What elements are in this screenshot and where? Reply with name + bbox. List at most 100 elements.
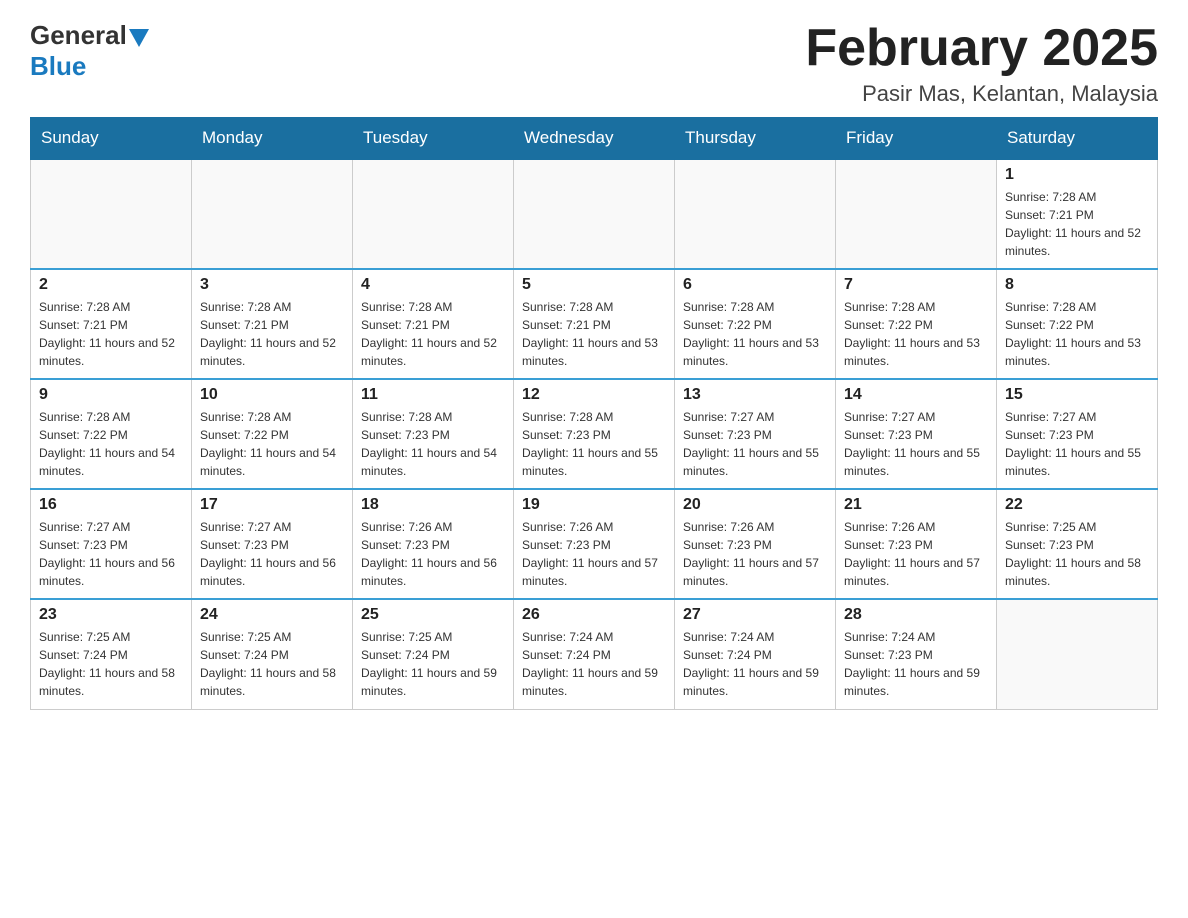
calendar-header-row: SundayMondayTuesdayWednesdayThursdayFrid… [31,118,1158,160]
day-number: 15 [1005,386,1149,404]
day-info: Sunrise: 7:28 AM Sunset: 7:23 PM Dayligh… [522,408,666,480]
day-number: 22 [1005,496,1149,514]
column-header-monday: Monday [192,118,353,160]
calendar-cell: 25 Sunrise: 7:25 AM Sunset: 7:24 PM Dayli… [353,599,514,709]
calendar-cell: 20Sunrise: 7:26 AM Sunset: 7:23 PM Dayli… [675,489,836,599]
day-number: 12 [522,386,666,404]
day-number: 9 [39,386,183,404]
calendar-cell: 23 Sunrise: 7:25 AM Sunset: 7:24 PM Dayli… [31,599,192,709]
logo: General Blue [30,20,149,82]
calendar-cell: 16 Sunrise: 7:27 AM Sunset: 7:23 PM Dayli… [31,489,192,599]
calendar-cell: 4 Sunrise: 7:28 AM Sunset: 7:21 PM Daylig… [353,269,514,379]
calendar-cell: 7 Sunrise: 7:28 AM Sunset: 7:22 PM Daylig… [836,269,997,379]
calendar-cell [353,159,514,269]
calendar-cell: 22 Sunrise: 7:25 AM Sunset: 7:23 PM Dayli… [997,489,1158,599]
day-number: 17 [200,496,344,514]
calendar-cell: 9 Sunrise: 7:28 AM Sunset: 7:22 PM Daylig… [31,379,192,489]
calendar-cell [192,159,353,269]
day-number: 25 [361,606,505,624]
day-number: 19 [522,496,666,514]
column-header-thursday: Thursday [675,118,836,160]
calendar-cell: 21 Sunrise: 7:26 AM Sunset: 7:23 PM Dayli… [836,489,997,599]
day-info: Sunrise: 7:28 AM Sunset: 7:21 PM Dayligh… [39,298,183,370]
calendar-cell: 24 Sunrise: 7:25 AM Sunset: 7:24 PM Dayli… [192,599,353,709]
day-info: Sunrise: 7:28 AM Sunset: 7:22 PM Dayligh… [1005,298,1149,370]
calendar-cell: 18 Sunrise: 7:26 AM Sunset: 7:23 PM Dayli… [353,489,514,599]
day-info: Sunrise: 7:25 AM Sunset: 7:24 PM Dayligh… [361,628,505,700]
day-number: 18 [361,496,505,514]
calendar-cell: 15 Sunrise: 7:27 AM Sunset: 7:23 PM Dayli… [997,379,1158,489]
calendar-cell: 1 Sunrise: 7:28 AM Sunset: 7:21 PM Daylig… [997,159,1158,269]
day-number: 4 [361,276,505,294]
calendar-cell: 2Sunrise: 7:28 AM Sunset: 7:21 PM Daylig… [31,269,192,379]
day-number: 14 [844,386,988,404]
title-section: February 2025 Pasir Mas, Kelantan, Malay… [805,20,1158,107]
calendar-cell [675,159,836,269]
day-info: Sunrise: 7:25 AM Sunset: 7:23 PM Dayligh… [1005,518,1149,590]
logo-triangle-icon [129,29,149,47]
day-number: 16 [39,496,183,514]
day-number: 27 [683,606,827,624]
calendar-cell [836,159,997,269]
day-info: Sunrise: 7:28 AM Sunset: 7:23 PM Dayligh… [361,408,505,480]
calendar-table: SundayMondayTuesdayWednesdayThursdayFrid… [30,117,1158,710]
calendar-cell: 14Sunrise: 7:27 AM Sunset: 7:23 PM Dayli… [836,379,997,489]
calendar-cell: 26 Sunrise: 7:24 AM Sunset: 7:24 PM Dayli… [514,599,675,709]
day-info: Sunrise: 7:28 AM Sunset: 7:21 PM Dayligh… [200,298,344,370]
calendar-cell: 5 Sunrise: 7:28 AM Sunset: 7:21 PM Daylig… [514,269,675,379]
subtitle: Pasir Mas, Kelantan, Malaysia [805,81,1158,107]
calendar-cell [997,599,1158,709]
day-info: Sunrise: 7:27 AM Sunset: 7:23 PM Dayligh… [683,408,827,480]
day-number: 8 [1005,276,1149,294]
calendar-cell: 12 Sunrise: 7:28 AM Sunset: 7:23 PM Dayli… [514,379,675,489]
day-number: 5 [522,276,666,294]
day-number: 7 [844,276,988,294]
calendar-cell: 10 Sunrise: 7:28 AM Sunset: 7:22 PM Dayli… [192,379,353,489]
day-number: 23 [39,606,183,624]
day-info: Sunrise: 7:27 AM Sunset: 7:23 PM Dayligh… [39,518,183,590]
day-info: Sunrise: 7:26 AM Sunset: 7:23 PM Dayligh… [361,518,505,590]
day-info: Sunrise: 7:25 AM Sunset: 7:24 PM Dayligh… [39,628,183,700]
calendar-cell [514,159,675,269]
day-info: Sunrise: 7:28 AM Sunset: 7:22 PM Dayligh… [39,408,183,480]
calendar-week-row: 2Sunrise: 7:28 AM Sunset: 7:21 PM Daylig… [31,269,1158,379]
logo-blue-text: Blue [30,51,86,82]
calendar-cell [31,159,192,269]
main-title: February 2025 [805,20,1158,77]
day-info: Sunrise: 7:28 AM Sunset: 7:22 PM Dayligh… [200,408,344,480]
calendar-cell: 17 Sunrise: 7:27 AM Sunset: 7:23 PM Dayli… [192,489,353,599]
day-number: 28 [844,606,988,624]
day-info: Sunrise: 7:24 AM Sunset: 7:24 PM Dayligh… [683,628,827,700]
day-number: 13 [683,386,827,404]
column-header-friday: Friday [836,118,997,160]
column-header-saturday: Saturday [997,118,1158,160]
day-info: Sunrise: 7:27 AM Sunset: 7:23 PM Dayligh… [200,518,344,590]
column-header-sunday: Sunday [31,118,192,160]
day-info: Sunrise: 7:28 AM Sunset: 7:21 PM Dayligh… [361,298,505,370]
day-number: 10 [200,386,344,404]
calendar-cell: 6Sunrise: 7:28 AM Sunset: 7:22 PM Daylig… [675,269,836,379]
day-info: Sunrise: 7:28 AM Sunset: 7:22 PM Dayligh… [844,298,988,370]
day-number: 1 [1005,166,1149,184]
day-info: Sunrise: 7:24 AM Sunset: 7:24 PM Dayligh… [522,628,666,700]
calendar-week-row: 16 Sunrise: 7:27 AM Sunset: 7:23 PM Dayli… [31,489,1158,599]
calendar-cell: 19Sunrise: 7:26 AM Sunset: 7:23 PM Dayli… [514,489,675,599]
day-number: 24 [200,606,344,624]
calendar-cell: 8 Sunrise: 7:28 AM Sunset: 7:22 PM Daylig… [997,269,1158,379]
day-number: 26 [522,606,666,624]
day-info: Sunrise: 7:26 AM Sunset: 7:23 PM Dayligh… [844,518,988,590]
calendar-week-row: 23 Sunrise: 7:25 AM Sunset: 7:24 PM Dayli… [31,599,1158,709]
logo-general-text: General [30,20,127,51]
day-info: Sunrise: 7:27 AM Sunset: 7:23 PM Dayligh… [1005,408,1149,480]
day-info: Sunrise: 7:25 AM Sunset: 7:24 PM Dayligh… [200,628,344,700]
calendar-week-row: 1 Sunrise: 7:28 AM Sunset: 7:21 PM Daylig… [31,159,1158,269]
calendar-cell: 28 Sunrise: 7:24 AM Sunset: 7:23 PM Dayli… [836,599,997,709]
day-info: Sunrise: 7:28 AM Sunset: 7:21 PM Dayligh… [1005,188,1149,260]
day-info: Sunrise: 7:28 AM Sunset: 7:21 PM Dayligh… [522,298,666,370]
day-info: Sunrise: 7:28 AM Sunset: 7:22 PM Dayligh… [683,298,827,370]
day-info: Sunrise: 7:24 AM Sunset: 7:23 PM Dayligh… [844,628,988,700]
calendar-cell: 13 Sunrise: 7:27 AM Sunset: 7:23 PM Dayli… [675,379,836,489]
page-header: General Blue February 2025 Pasir Mas, Ke… [30,20,1158,107]
day-number: 21 [844,496,988,514]
calendar-week-row: 9 Sunrise: 7:28 AM Sunset: 7:22 PM Daylig… [31,379,1158,489]
